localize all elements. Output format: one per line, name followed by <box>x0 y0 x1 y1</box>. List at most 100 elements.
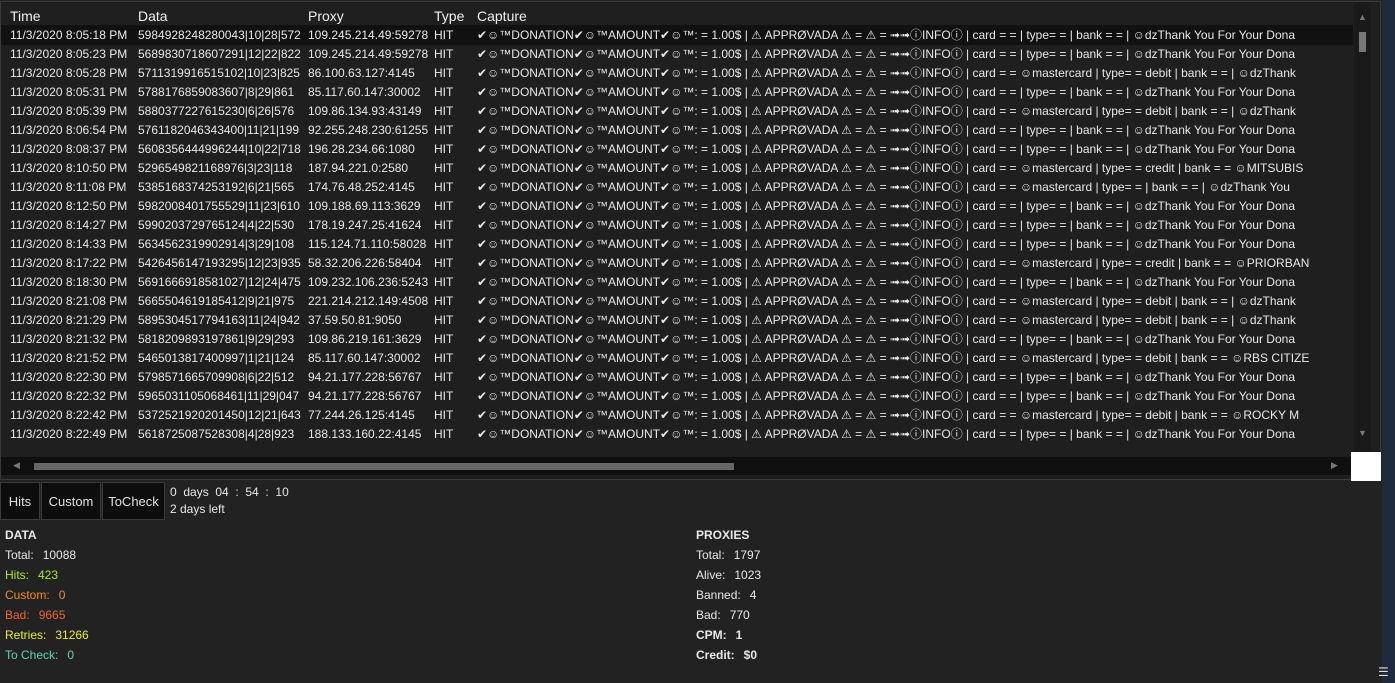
table-row[interactable]: 11/3/2020 8:10:50 PM 5296549821168976|3|2… <box>1 159 1353 178</box>
cell-type: HIT <box>434 256 454 270</box>
cell-data: 5818209893197861|9|29|293 <box>138 332 295 346</box>
cell-type: HIT <box>434 104 454 118</box>
stat-label: Alive: <box>696 568 726 582</box>
column-header-data[interactable]: Data <box>138 8 168 24</box>
cell-type: HIT <box>434 199 454 213</box>
cell-capture: ✔☺™DONATION✔☺™AMOUNT✔☺™: = 1.00$ | ⚠ APP… <box>477 389 1295 403</box>
column-header-proxy[interactable]: Proxy <box>308 8 344 24</box>
scroll-left-icon[interactable]: ◀ <box>13 460 20 471</box>
table-row[interactable]: 11/3/2020 8:21:08 PM 5665504619185412|9|2… <box>1 292 1353 311</box>
cell-time: 11/3/2020 8:21:32 PM <box>10 332 128 346</box>
cell-capture: ✔☺™DONATION✔☺™AMOUNT✔☺™: = 1.00$ | ⚠ APP… <box>477 85 1295 99</box>
table-row[interactable]: 11/3/2020 8:17:22 PM 5426456147193295|12|… <box>1 254 1353 273</box>
table-row[interactable]: 11/3/2020 8:22:32 PM 5965031105068461|11|… <box>1 387 1353 406</box>
cell-capture: ✔☺™DONATION✔☺™AMOUNT✔☺™: = 1.00$ | ⚠ APP… <box>477 28 1295 42</box>
cell-time: 11/3/2020 8:21:29 PM <box>10 313 128 327</box>
horizontal-scroll-thumb[interactable] <box>34 463 734 470</box>
cell-proxy: 86.100.63.127:4145 <box>308 66 415 80</box>
table-row[interactable]: 11/3/2020 8:05:28 PM 5711319916515102|10|… <box>1 64 1353 83</box>
table-row[interactable]: 11/3/2020 8:21:52 PM 5465013817400997|1|2… <box>1 349 1353 368</box>
cell-data: 5880377227615230|6|26|576 <box>138 104 295 118</box>
vertical-scrollbar[interactable]: ▲ ▼ <box>1354 2 1371 454</box>
cell-time: 11/3/2020 8:22:30 PM <box>10 370 128 384</box>
proxy-stats-title: PROXIES <box>696 528 750 542</box>
stat-alive: Alive: 1023 <box>696 565 761 585</box>
stat-bad: Bad: 9665 <box>5 605 89 625</box>
cell-type: HIT <box>434 218 454 232</box>
column-header-capture[interactable]: Capture <box>477 8 1353 24</box>
column-header-type[interactable]: Type <box>434 8 464 24</box>
stat-value: 0 <box>58 588 66 602</box>
cell-proxy: 109.86.134.93:43149 <box>308 104 422 118</box>
cell-time: 11/3/2020 8:22:42 PM <box>10 408 128 422</box>
cell-data: 5689830718607291|12|22|822 <box>138 47 301 61</box>
grid-header: Time Data Proxy Type Capture <box>1 6 1353 26</box>
cell-data: 5711319916515102|10|23|825 <box>138 66 300 80</box>
cell-data: 5990203729765124|4|22|530 <box>138 218 295 232</box>
cell-data: 5465013817400997|1|21|124 <box>138 351 295 365</box>
scroll-right-icon[interactable]: ▶ <box>1331 460 1338 471</box>
stat-retries: Retries: 31266 <box>5 625 89 645</box>
tab-custom[interactable]: Custom <box>41 482 101 520</box>
scroll-up-icon[interactable]: ▲ <box>1358 12 1367 22</box>
cell-time: 11/3/2020 8:05:23 PM <box>10 47 128 61</box>
hamburger-menu-icon[interactable]: ☰ <box>1378 665 1389 679</box>
table-row[interactable]: 11/3/2020 8:06:54 PM 5761182046343400|11|… <box>1 121 1353 140</box>
time-remaining: 2 days left <box>170 502 225 516</box>
cell-time: 11/3/2020 8:05:39 PM <box>10 104 128 118</box>
tab-tocheck[interactable]: ToCheck <box>102 482 165 520</box>
cell-time: 11/3/2020 8:12:50 PM <box>10 199 128 213</box>
scroll-down-icon[interactable]: ▼ <box>1358 428 1367 438</box>
cell-capture: ✔☺™DONATION✔☺™AMOUNT✔☺™: = 1.00$ | ⚠ APP… <box>477 408 1300 422</box>
cell-proxy: 37.59.50.81:9050 <box>308 313 402 327</box>
stat-label: Bad: <box>696 608 721 622</box>
stat-label: CPM: <box>696 628 727 642</box>
cell-type: HIT <box>434 161 454 175</box>
cell-capture: ✔☺™DONATION✔☺™AMOUNT✔☺™: = 1.00$ | ⚠ APP… <box>477 237 1295 251</box>
stat-label: Retries: <box>5 628 47 642</box>
cell-proxy: 77.244.26.125:4145 <box>308 408 415 422</box>
table-row[interactable]: 11/3/2020 8:12:50 PM 5982008401755529|11|… <box>1 197 1353 216</box>
table-row[interactable]: 11/3/2020 8:21:29 PM 5895304517794163|11|… <box>1 311 1353 330</box>
cell-data: 5788176859083607|8|29|861 <box>138 85 295 99</box>
cell-data: 5372521920201450|12|21|643 <box>138 408 301 422</box>
table-row[interactable]: 11/3/2020 8:11:08 PM 5385168374253192|6|2… <box>1 178 1353 197</box>
cell-type: HIT <box>434 389 454 403</box>
table-row[interactable]: 11/3/2020 8:21:32 PM 5818209893197861|9|2… <box>1 330 1353 349</box>
cell-type: HIT <box>434 142 454 156</box>
table-row[interactable]: 11/3/2020 8:08:37 PM 5608356444996244|10|… <box>1 140 1353 159</box>
cell-type: HIT <box>434 351 454 365</box>
vertical-scroll-thumb[interactable] <box>1359 32 1366 52</box>
cell-capture: ✔☺™DONATION✔☺™AMOUNT✔☺™: = 1.00$ | ⚠ APP… <box>477 275 1295 289</box>
table-row[interactable]: 11/3/2020 8:05:39 PM 5880377227615230|6|2… <box>1 102 1353 121</box>
table-row[interactable]: 11/3/2020 8:14:27 PM 5990203729765124|4|2… <box>1 216 1353 235</box>
scroll-corner <box>1351 452 1381 481</box>
tab-hits[interactable]: Hits <box>0 482 40 520</box>
cell-time: 11/3/2020 8:22:32 PM <box>10 389 128 403</box>
cell-proxy: 109.245.214.49:59278 <box>308 28 429 42</box>
cell-data: 5426456147193295|12|23|935 <box>138 256 301 270</box>
cell-capture: ✔☺™DONATION✔☺™AMOUNT✔☺™: = 1.00$ | ⚠ APP… <box>477 332 1295 346</box>
cell-proxy: 85.117.60.147:30002 <box>308 351 421 365</box>
grid-rows: 11/3/2020 8:05:18 PM 5984928248280043|10|… <box>1 26 1353 454</box>
table-row[interactable]: 11/3/2020 8:18:30 PM 5691666918581027|12|… <box>1 273 1353 292</box>
table-row[interactable]: 11/3/2020 8:22:42 PM 5372521920201450|12|… <box>1 406 1353 425</box>
table-row[interactable]: 11/3/2020 8:14:33 PM 5634562319902914|3|2… <box>1 235 1353 254</box>
stat-value: 0 <box>67 648 75 662</box>
table-row[interactable]: 11/3/2020 8:05:23 PM 5689830718607291|12|… <box>1 45 1353 64</box>
cell-data: 5385168374253192|6|21|565 <box>138 180 295 194</box>
stat-value: $0 <box>743 648 758 662</box>
column-header-time[interactable]: Time <box>10 8 41 24</box>
table-row[interactable]: 11/3/2020 8:22:30 PM 5798571665709908|6|2… <box>1 368 1353 387</box>
stat-credit: Credit: $0 <box>696 645 761 665</box>
stat-label: Total: <box>5 548 34 562</box>
table-row[interactable]: 11/3/2020 8:05:18 PM 5984928248280043|10|… <box>1 26 1353 45</box>
cell-type: HIT <box>434 370 454 384</box>
table-row[interactable]: 11/3/2020 8:05:31 PM 5788176859083607|8|2… <box>1 83 1353 102</box>
cell-time: 11/3/2020 8:08:37 PM <box>10 142 128 156</box>
cell-time: 11/3/2020 8:17:22 PM <box>10 256 128 270</box>
horizontal-scrollbar[interactable]: ◀ ▶ <box>1 457 1351 475</box>
stat-value: 423 <box>38 568 59 582</box>
table-row[interactable]: 11/3/2020 8:22:49 PM 5618725087528308|4|2… <box>1 425 1353 444</box>
cell-time: 11/3/2020 8:05:31 PM <box>10 85 128 99</box>
